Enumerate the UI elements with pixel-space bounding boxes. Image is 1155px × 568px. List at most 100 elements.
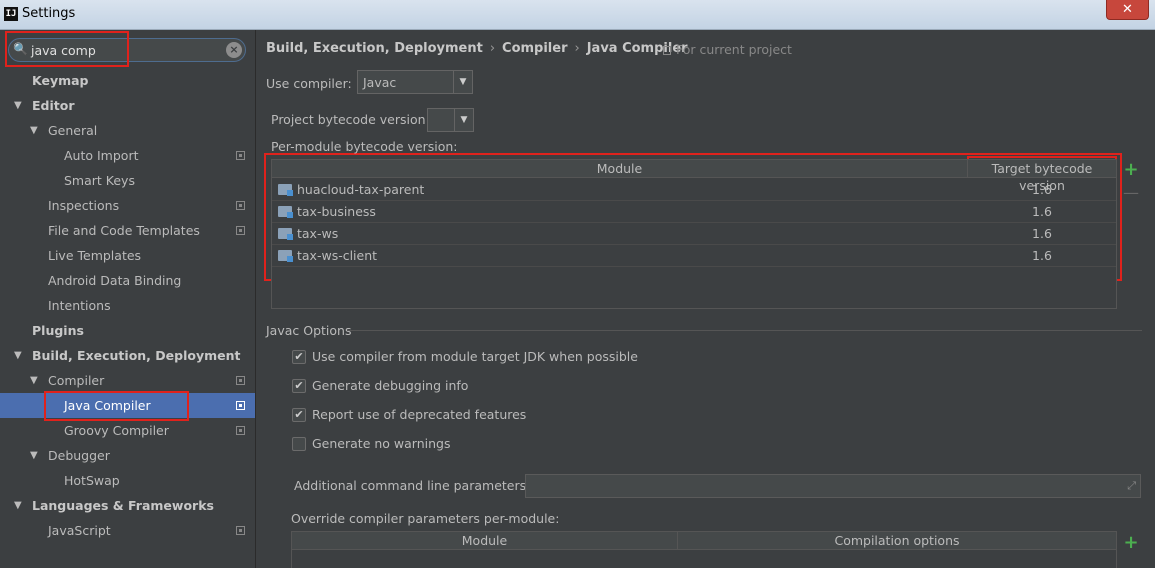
window-title: Settings xyxy=(22,6,76,21)
sidebar-item[interactable]: Keymap xyxy=(0,68,255,93)
search-input[interactable]: java comp xyxy=(31,43,96,58)
project-scope-icon xyxy=(236,201,245,210)
target-version-cell[interactable]: 1.6 xyxy=(968,204,1116,219)
remove-button[interactable]: — xyxy=(1119,185,1143,201)
add-button[interactable]: + xyxy=(1119,161,1143,179)
sidebar-item[interactable]: ▼ Editor xyxy=(0,93,255,118)
option-label: Report use of deprecated features xyxy=(312,407,527,422)
sidebar-item[interactable]: ▼ Debugger xyxy=(0,443,255,468)
table-row[interactable]: tax-ws-client 1.6 xyxy=(272,245,1116,267)
column-header-compilation-options[interactable]: Compilation options xyxy=(678,532,1116,550)
intellij-icon: IJ xyxy=(4,7,18,21)
expand-arrow-icon[interactable]: ▼ xyxy=(14,343,22,368)
target-version-cell[interactable]: 1.6 xyxy=(968,248,1116,263)
module-folder-icon xyxy=(278,228,293,240)
sidebar-item-label: File and Code Templates xyxy=(48,223,200,238)
sidebar-item[interactable]: Auto Import xyxy=(0,143,255,168)
sidebar-item-label: Keymap xyxy=(32,73,89,88)
option-checkbox[interactable]: ✔ xyxy=(292,350,306,364)
compiler-select[interactable]: Javac ▼ xyxy=(357,70,473,94)
sidebar-item[interactable]: ▼ Compiler xyxy=(0,368,255,393)
expand-arrow-icon[interactable]: ▼ xyxy=(14,493,22,518)
module-name: tax-ws xyxy=(297,226,339,241)
option-label: Generate debugging info xyxy=(312,378,469,393)
add-button[interactable]: + xyxy=(1119,534,1143,552)
sidebar-item[interactable]: Android Data Binding xyxy=(0,268,255,293)
expand-arrow-icon[interactable]: ▼ xyxy=(14,93,22,118)
sidebar-item-label: Live Templates xyxy=(48,248,142,263)
module-cell: tax-ws xyxy=(278,226,338,241)
for-project-label: For current project xyxy=(676,42,792,57)
option-checkbox[interactable]: ✔ xyxy=(292,408,306,422)
sidebar-item[interactable]: Plugins xyxy=(0,318,255,343)
sidebar-item[interactable]: File and Code Templates xyxy=(0,218,255,243)
sidebar-item-label: HotSwap xyxy=(64,473,120,488)
expand-arrow-icon[interactable]: ▼ xyxy=(30,443,38,468)
expand-arrow-icon[interactable]: ▼ xyxy=(30,368,38,393)
per-module-table: Module Target bytecode version huacloud-… xyxy=(271,159,1117,309)
sidebar-item-label: Inspections xyxy=(48,198,120,213)
sidebar-item-label: Debugger xyxy=(48,448,110,463)
column-header-module[interactable]: Module xyxy=(272,160,968,178)
chevron-down-icon[interactable]: ▼ xyxy=(454,109,473,131)
module-name: tax-business xyxy=(297,204,376,219)
table-row[interactable]: tax-ws 1.6 xyxy=(272,223,1116,245)
sidebar-item[interactable]: JavaScript xyxy=(0,518,255,543)
breadcrumb: Build, Execution, Deployment › Compiler › Ja… xyxy=(266,41,688,56)
module-name: tax-ws-client xyxy=(297,248,378,263)
option-checkbox[interactable] xyxy=(292,437,306,451)
sidebar-item[interactable]: ▼ General xyxy=(0,118,255,143)
search-icon[interactable]: 🔍 xyxy=(13,42,28,56)
expand-icon[interactable]: ⤢ xyxy=(1127,479,1136,493)
sidebar-item-label: JavaScript xyxy=(48,523,111,538)
target-version-cell[interactable]: 1.6 xyxy=(968,226,1116,241)
breadcrumb-item: Compiler xyxy=(502,41,568,56)
sidebar-item[interactable]: Java Compiler xyxy=(0,393,255,418)
sidebar-item-label: Languages & Frameworks xyxy=(32,498,214,513)
clear-icon[interactable]: × xyxy=(226,42,242,58)
module-cell: tax-business xyxy=(278,204,376,219)
per-module-label: Per-module bytecode version: xyxy=(271,139,458,154)
additional-params-label: Additional command line parameters: xyxy=(294,478,531,493)
option-label: Generate no warnings xyxy=(312,436,451,451)
close-button[interactable]: ✕ xyxy=(1106,0,1149,20)
module-folder-icon xyxy=(278,206,293,218)
project-scope-icon xyxy=(236,376,245,385)
project-bytecode-label: Project bytecode version: xyxy=(271,112,430,127)
option-label: Use compiler from module target JDK when… xyxy=(312,349,638,364)
additional-params-input[interactable]: ⤢ xyxy=(525,474,1141,498)
module-cell: huacloud-tax-parent xyxy=(278,182,424,197)
project-scope-icon xyxy=(236,401,245,410)
table-row[interactable]: huacloud-tax-parent 1.6 xyxy=(272,179,1116,201)
column-header-module[interactable]: Module xyxy=(292,532,678,550)
bytecode-select[interactable]: ▼ xyxy=(427,108,474,132)
sidebar-item[interactable]: Groovy Compiler xyxy=(0,418,255,443)
override-table: Module Compilation options xyxy=(291,531,1117,568)
module-folder-icon xyxy=(278,250,293,262)
column-header-target-version[interactable]: Target bytecode version xyxy=(968,160,1116,193)
main-panel: Build, Execution, Deployment › Compiler › Ja… xyxy=(257,30,1155,568)
target-version-cell[interactable]: 1.6 xyxy=(968,182,1116,197)
sidebar-item[interactable]: Live Templates xyxy=(0,243,255,268)
sidebar-item-label: Groovy Compiler xyxy=(64,423,169,438)
chevron-down-icon[interactable]: ▼ xyxy=(453,71,472,93)
settings-sidebar: 🔍 java comp × Keymap ▼ Editor ▼ General Auto … xyxy=(0,30,256,568)
sidebar-item[interactable]: Intentions xyxy=(0,293,255,318)
override-actions: + xyxy=(1119,534,1143,552)
sidebar-item[interactable]: ▼ Build, Execution, Deployment xyxy=(0,343,255,368)
module-folder-icon xyxy=(278,184,293,196)
project-scope-icon xyxy=(236,526,245,535)
sidebar-item[interactable]: Inspections xyxy=(0,193,255,218)
sidebar-item[interactable]: ▼ Languages & Frameworks xyxy=(0,493,255,518)
table-header: Module Target bytecode version xyxy=(272,160,1116,193)
option-checkbox[interactable]: ✔ xyxy=(292,379,306,393)
module-name: huacloud-tax-parent xyxy=(297,182,425,197)
table-row[interactable]: tax-business 1.6 xyxy=(272,201,1116,223)
title-bar: IJ Settings ✕ xyxy=(0,0,1155,30)
search-field[interactable]: 🔍 java comp × xyxy=(8,38,246,62)
sidebar-item-label: Android Data Binding xyxy=(48,273,182,288)
expand-arrow-icon[interactable]: ▼ xyxy=(30,118,38,143)
sidebar-item[interactable]: HotSwap xyxy=(0,468,255,493)
sidebar-item-label: Compiler xyxy=(48,373,105,388)
sidebar-item[interactable]: Smart Keys xyxy=(0,168,255,193)
